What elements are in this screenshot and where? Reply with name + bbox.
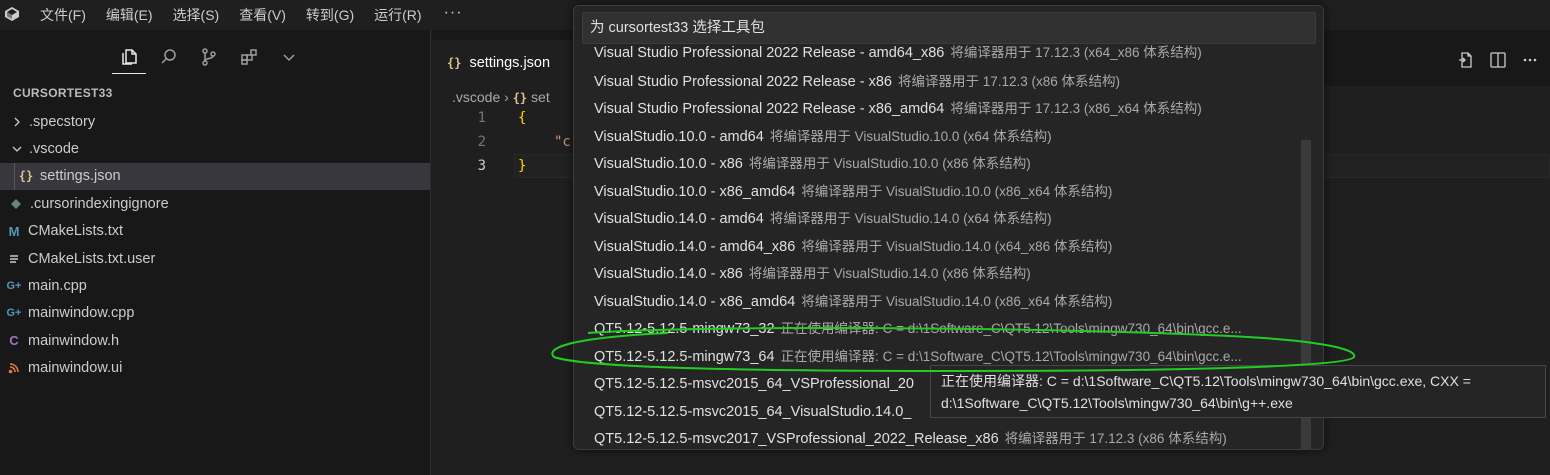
more-actions-button[interactable] <box>1518 48 1542 72</box>
split-editor-button[interactable] <box>1486 48 1510 72</box>
more-icon <box>1523 58 1537 62</box>
menu-selection[interactable]: 选择(S) <box>163 0 230 30</box>
quick-pick-input[interactable]: 为 cursortest33 选择工具包 <box>582 12 1316 44</box>
tree-item-label: settings.json <box>40 168 121 185</box>
menu-view[interactable]: 查看(V) <box>229 0 296 30</box>
workspace-title[interactable]: CURSORTEST33 <box>13 86 113 100</box>
list-item[interactable]: VisualStudio.14.0 - amd64_x86 将编译器用于 Visu… <box>594 234 1112 260</box>
tree-item-label: .vscode <box>29 141 79 158</box>
menu-bar: 文件(F) 编辑(E) 选择(S) 查看(V) 转到(G) 运行(R) ··· <box>30 0 475 30</box>
cmake-file-icon: M <box>8 223 20 239</box>
list-item[interactable]: QT5.12-5.12.5-msvc2015_64_VisualStudio.1… <box>594 399 917 425</box>
list-item[interactable]: QT5.12-5.12.5-mingw73_32 正在使用编译器: C = d:\… <box>594 316 1242 342</box>
open-preview-button[interactable] <box>1454 48 1478 72</box>
tree-item-label: mainwindow.ui <box>28 360 123 377</box>
cursor-logo-icon[interactable] <box>4 6 20 22</box>
line-number: 1 <box>477 110 486 126</box>
breadcrumb: .vscode › {} set <box>452 86 550 108</box>
menu-file[interactable]: 文件(F) <box>30 0 96 30</box>
tree-item-mainwindow-h[interactable]: C mainwindow.h <box>0 327 430 354</box>
tree-item-vscode[interactable]: .vscode <box>0 135 430 162</box>
rss-file-icon <box>6 362 22 374</box>
tooltip-line: d:\1Software_C\QT5.12\Tools\mingw730_64\… <box>941 395 1293 411</box>
list-item[interactable]: VisualStudio.14.0 - x86 将编译器用于 VisualStud… <box>594 261 1031 287</box>
tree-item-cmakelists[interactable]: M CMakeLists.txt <box>0 218 430 245</box>
line-number: 3 <box>477 158 486 174</box>
sidebar-view-tabs <box>112 40 306 74</box>
tree-item-label: mainwindow.h <box>28 332 120 349</box>
menu-edit[interactable]: 编辑(E) <box>96 0 163 30</box>
list-item[interactable]: Visual Studio Professional 2022 Release … <box>594 69 1120 95</box>
line-number: 2 <box>477 134 486 150</box>
code-text: { <box>518 110 527 126</box>
chevron-right-icon <box>9 114 25 130</box>
tree-item-mainwindow-ui[interactable]: mainwindow.ui <box>0 355 430 382</box>
split-editor-icon <box>1490 52 1506 68</box>
cpp-file-icon: G+ <box>6 307 22 320</box>
tab-settings-json[interactable]: {} settings.json <box>432 40 582 86</box>
list-item[interactable]: VisualStudio.10.0 - x86 将编译器用于 VisualStud… <box>594 151 1031 177</box>
tree-item-cmakelists-user[interactable]: CMakeLists.txt.user <box>0 245 430 272</box>
breadcrumb-folder[interactable]: .vscode <box>452 89 500 105</box>
breadcrumb-separator: › <box>504 89 509 105</box>
tree-item-specstory[interactable]: .specstory <box>0 108 430 135</box>
list-item[interactable]: Visual Studio Professional 2022 Release … <box>594 44 1202 66</box>
tree-item-cursorindexingignore[interactable]: .cursorindexingignore <box>0 190 430 217</box>
list-item[interactable]: VisualStudio.10.0 - x86_amd64 将编译器用于 Visu… <box>594 179 1112 205</box>
editor-actions <box>1454 48 1542 72</box>
menu-more-button[interactable]: ··· <box>432 0 475 30</box>
chevron-down-icon <box>9 141 25 157</box>
tree-item-main-cpp[interactable]: G+ main.cpp <box>0 272 430 299</box>
json-file-icon: {} <box>447 56 462 70</box>
kit-tooltip: 正在使用编译器: C = d:\1Software_C\QT5.12\Tools… <box>930 365 1546 418</box>
list-item[interactable]: Visual Studio Professional 2022 Release … <box>594 96 1202 122</box>
header-file-icon: C <box>9 333 19 349</box>
json-file-icon: {} <box>18 169 34 184</box>
list-item[interactable]: QT5.12-5.12.5-msvc2017_VSProfessional_20… <box>594 426 1227 449</box>
list-item[interactable]: QT5.12-5.12.5-msvc2015_64_VSProfessional… <box>594 371 920 397</box>
tree-item-label: mainwindow.cpp <box>28 305 135 322</box>
code-text: "c <box>554 134 571 150</box>
file-tree: .specstory .vscode {} settings.json .cur… <box>0 108 430 382</box>
more-views-tab[interactable] <box>272 40 306 74</box>
code-text: } <box>518 158 527 174</box>
search-icon <box>161 49 176 64</box>
extensions-icon <box>241 49 257 65</box>
text-file-icon <box>6 253 22 265</box>
tooltip-line: 正在使用编译器: C = d:\1Software_C\QT5.12\Tools… <box>941 373 1471 389</box>
source-control-tab[interactable] <box>192 40 226 74</box>
breadcrumb-file[interactable]: set <box>531 89 550 105</box>
tree-item-label: .cursorindexingignore <box>30 195 169 212</box>
search-tab[interactable] <box>152 40 186 74</box>
tree-item-label: .specstory <box>29 113 96 130</box>
tree-item-label: CMakeLists.txt <box>28 223 124 240</box>
tab-label: settings.json <box>469 55 551 71</box>
menu-run[interactable]: 运行(R) <box>364 0 431 30</box>
tree-item-label: CMakeLists.txt.user <box>28 250 156 267</box>
ignore-file-icon <box>8 198 24 210</box>
list-item[interactable]: VisualStudio.14.0 - amd64 将编译器用于 VisualSt… <box>594 206 1052 232</box>
files-icon <box>122 48 137 65</box>
tree-item-settings-json[interactable]: {} settings.json <box>0 162 430 191</box>
explorer-tab[interactable] <box>112 40 146 74</box>
list-item[interactable]: VisualStudio.14.0 - x86_amd64 将编译器用于 Visu… <box>594 289 1112 315</box>
explorer-sidebar: CURSORTEST33 .specstory .vscode {} setti… <box>0 30 431 475</box>
open-file-icon <box>1459 52 1472 68</box>
extensions-tab[interactable] <box>232 40 266 74</box>
chevron-down-icon <box>283 54 295 62</box>
json-file-icon: {} <box>512 91 528 105</box>
list-item[interactable]: VisualStudio.10.0 - amd64 将编译器用于 VisualSt… <box>594 124 1052 150</box>
indent-guide <box>14 162 15 190</box>
tree-item-label: main.cpp <box>28 278 87 295</box>
tree-item-mainwindow-cpp[interactable]: G+ mainwindow.cpp <box>0 300 430 327</box>
menu-go[interactable]: 转到(G) <box>296 0 364 30</box>
cpp-file-icon: G+ <box>6 280 22 293</box>
source-control-icon <box>202 48 216 66</box>
